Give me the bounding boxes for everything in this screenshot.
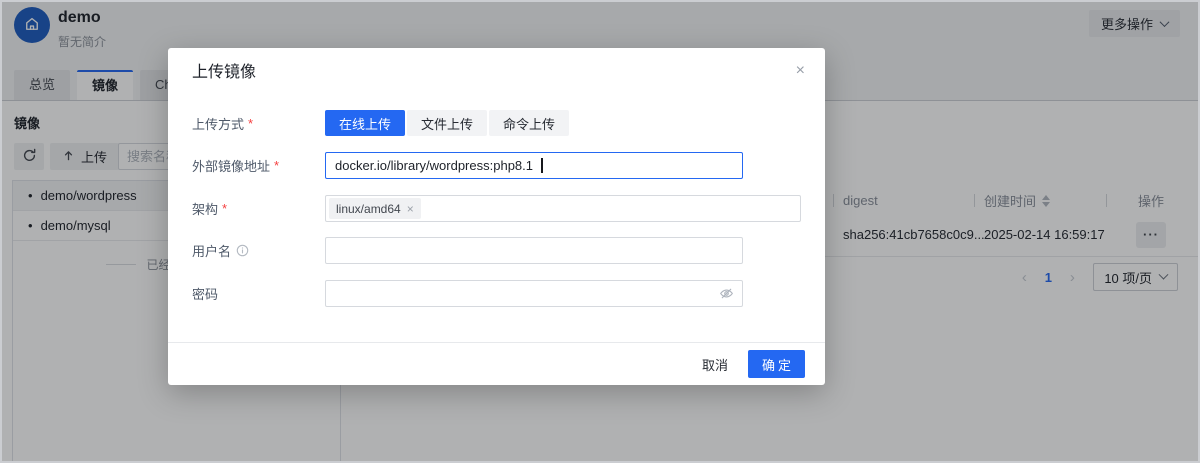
password-input[interactable] (325, 280, 743, 307)
required-mark: * (248, 116, 253, 131)
address-field-wrap (325, 152, 743, 179)
form-row-method: 上传方式* 在线上传 文件上传 命令上传 (192, 110, 801, 136)
modal-body: 上传方式* 在线上传 文件上传 命令上传 外部镜像地址* 架构* (192, 110, 801, 307)
confirm-button[interactable]: 确定 (748, 350, 805, 378)
close-icon[interactable]: × (796, 60, 805, 82)
field-label-username: 用户名 (192, 241, 325, 260)
arch-tag: linux/amd64 × (329, 198, 421, 219)
form-row-username: 用户名 (192, 237, 801, 264)
form-row-arch: 架构* linux/amd64 × (192, 195, 801, 222)
username-field-wrap (325, 237, 743, 264)
field-label-arch: 架构* (192, 199, 325, 218)
text-caret (541, 158, 543, 173)
username-input[interactable] (325, 237, 743, 264)
field-label-address: 外部镜像地址* (192, 156, 325, 175)
eye-off-icon[interactable] (719, 286, 734, 301)
modal-footer: 取消 确定 (168, 342, 825, 385)
remove-tag-icon[interactable]: × (407, 202, 414, 216)
method-file-button[interactable]: 文件上传 (407, 110, 487, 136)
modal-title: 上传镜像 (192, 48, 256, 97)
cancel-button[interactable]: 取消 (702, 355, 728, 374)
password-field-wrap (325, 280, 743, 307)
upload-method-group: 在线上传 文件上传 命令上传 (325, 110, 743, 136)
form-row-password: 密码 (192, 280, 801, 307)
upload-image-modal: 上传镜像 × 上传方式* 在线上传 文件上传 命令上传 外部镜像地址* 架 (168, 48, 825, 385)
form-row-address: 外部镜像地址* (192, 152, 801, 179)
field-label-method: 上传方式* (192, 114, 325, 133)
method-command-button[interactable]: 命令上传 (489, 110, 569, 136)
arch-tag-label: linux/amd64 (336, 202, 401, 216)
required-mark: * (274, 158, 279, 173)
arch-select[interactable]: linux/amd64 × (325, 195, 801, 222)
info-icon (236, 244, 249, 257)
method-online-button[interactable]: 在线上传 (325, 110, 405, 136)
field-label-password: 密码 (192, 284, 325, 303)
image-address-input[interactable] (325, 152, 743, 179)
required-mark: * (222, 201, 227, 216)
